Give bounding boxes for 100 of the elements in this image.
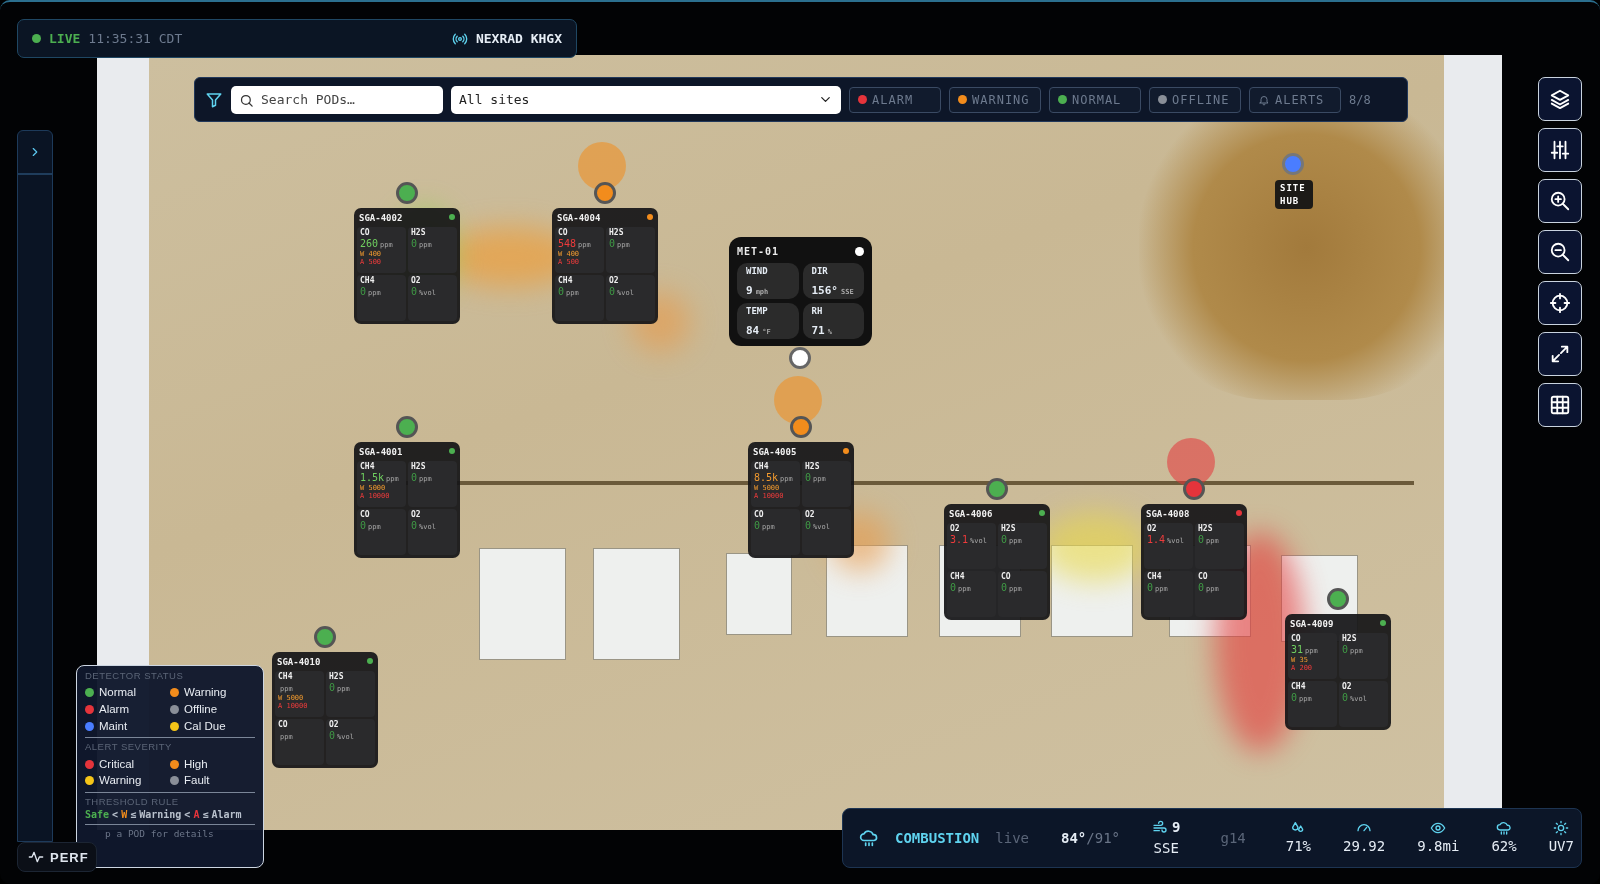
gas-label: O2 xyxy=(609,276,620,286)
site-select[interactable]: All sites xyxy=(451,85,841,114)
gas-label: O2 xyxy=(950,524,961,534)
gas-label: H2S xyxy=(805,462,821,472)
reading-label: RH xyxy=(811,307,824,317)
weather-mode: COMBUSTION xyxy=(895,828,980,848)
gas-label: CH4 xyxy=(950,572,966,582)
gas-label: O2 xyxy=(411,276,422,286)
legend-heading: THRESHOLD RULE xyxy=(85,796,180,809)
gas-label: H2S xyxy=(411,462,427,472)
gas-label: CO xyxy=(754,510,765,520)
live-label: LIVE xyxy=(49,29,81,48)
legend-item: High xyxy=(170,755,255,773)
reading-label: DIR xyxy=(811,267,829,277)
legend-item: Fault xyxy=(170,772,255,790)
rule-term: Safe xyxy=(85,809,110,821)
pulse-icon xyxy=(28,849,44,865)
weather-value: 29.92 xyxy=(1343,836,1386,856)
perf-button[interactable]: PERF xyxy=(17,842,97,872)
wind-direction: SSE xyxy=(1153,839,1179,858)
legend-heading: ALERT SEVERITY xyxy=(85,741,173,754)
station-id: MET-01 xyxy=(737,245,780,259)
search-icon xyxy=(239,92,254,108)
source-label: live xyxy=(995,828,1029,848)
filter-icon[interactable] xyxy=(205,90,223,109)
grid-button[interactable] xyxy=(1538,383,1582,427)
legend-item: Normal xyxy=(85,684,170,701)
filter-chip[interactable]: OFFLINE xyxy=(1149,86,1241,113)
gas-label: CO xyxy=(558,228,569,238)
gas-label: CH4 xyxy=(278,672,294,682)
gas-label: O2 xyxy=(1342,682,1353,692)
gas-label: CO xyxy=(278,720,289,730)
radar-station: NEXRAD KHGX xyxy=(475,29,562,48)
gas-label: CO xyxy=(360,510,371,520)
rule-term: < xyxy=(184,809,191,821)
status-dot xyxy=(855,247,864,256)
hub-label: SITE HUB xyxy=(1275,180,1313,210)
expand-icon xyxy=(1549,343,1571,365)
legend-heading: DETECTOR STATUS xyxy=(85,670,185,683)
layers-button[interactable] xyxy=(1538,77,1582,121)
sliders-button[interactable] xyxy=(1538,128,1582,172)
gas-label: CO xyxy=(1001,572,1012,582)
layers-icon xyxy=(1549,88,1571,110)
weather-value: UV7 xyxy=(1548,836,1574,856)
pod-id: SGA-4004 xyxy=(556,212,602,225)
gas-label: O2 xyxy=(1147,524,1158,534)
gas-label: CH4 xyxy=(558,276,574,286)
hint-text: p a POD for details xyxy=(105,828,215,840)
gas-label: O2 xyxy=(805,510,816,520)
gas-label: H2S xyxy=(411,228,427,238)
pod-id: SGA-4001 xyxy=(358,446,404,459)
bell-icon xyxy=(1258,93,1270,106)
sun-icon xyxy=(1553,819,1570,836)
gas-label: H2S xyxy=(1342,634,1358,644)
sliders-icon xyxy=(1549,139,1571,161)
pod-id: SGA-4005 xyxy=(752,446,798,459)
zoom-out-button[interactable] xyxy=(1538,230,1582,274)
pod-id: SGA-4002 xyxy=(358,212,404,225)
crosshair-icon xyxy=(1549,292,1571,314)
legend-item: Warning xyxy=(85,772,170,790)
gas-label: CH4 xyxy=(1291,682,1307,692)
zoom-in-icon xyxy=(1549,190,1571,212)
filter-chip[interactable]: NORMAL xyxy=(1049,86,1141,113)
gas-label: CO xyxy=(1291,634,1302,644)
gas-label: CH4 xyxy=(1147,572,1163,582)
rule-term: W xyxy=(121,809,128,821)
gas-label: H2S xyxy=(329,672,345,682)
rule-term: Alarm xyxy=(211,809,242,821)
gas-label: CH4 xyxy=(360,276,376,286)
gas-label: O2 xyxy=(411,510,422,520)
expand-button[interactable] xyxy=(1538,332,1582,376)
cloud-rain-icon xyxy=(859,828,879,848)
result-count: 8/8 xyxy=(1349,91,1371,109)
pod-id: SGA-4006 xyxy=(948,508,994,521)
reading-label: TEMP xyxy=(746,307,769,317)
weather-value: 9.8mi xyxy=(1417,836,1460,856)
wind-icon xyxy=(1152,819,1169,836)
gas-label: CH4 xyxy=(754,462,770,472)
legend-item: Alarm xyxy=(85,701,170,718)
gas-label: CO xyxy=(1198,572,1209,582)
legend-item: Warning xyxy=(170,684,255,701)
search-field[interactable]: Search PODs… xyxy=(231,85,443,114)
zoom-in-button[interactable] xyxy=(1538,179,1582,223)
filter-chip[interactable]: WARNING xyxy=(949,86,1041,113)
pod-id: SGA-4009 xyxy=(1289,618,1335,631)
filter-chip[interactable]: ALERTS xyxy=(1249,86,1341,113)
filter-chip[interactable]: ALARM xyxy=(849,86,941,113)
clock-time: 11:35:31 CDT xyxy=(88,29,183,48)
gas-label: H2S xyxy=(1001,524,1017,534)
gas-label: H2S xyxy=(609,228,625,238)
grid-icon xyxy=(1549,394,1571,416)
gust-speed: g14 xyxy=(1220,828,1246,848)
weather-value: 62% xyxy=(1491,836,1517,856)
rule-term: ≤ xyxy=(130,809,137,821)
legend-item: Cal Due xyxy=(170,717,255,735)
gas-label: CO xyxy=(360,228,371,238)
reading-label: WIND xyxy=(746,267,769,277)
crosshair-button[interactable] xyxy=(1538,281,1582,325)
legend-item: Maint xyxy=(85,717,170,735)
legend-item: Critical xyxy=(85,755,170,773)
